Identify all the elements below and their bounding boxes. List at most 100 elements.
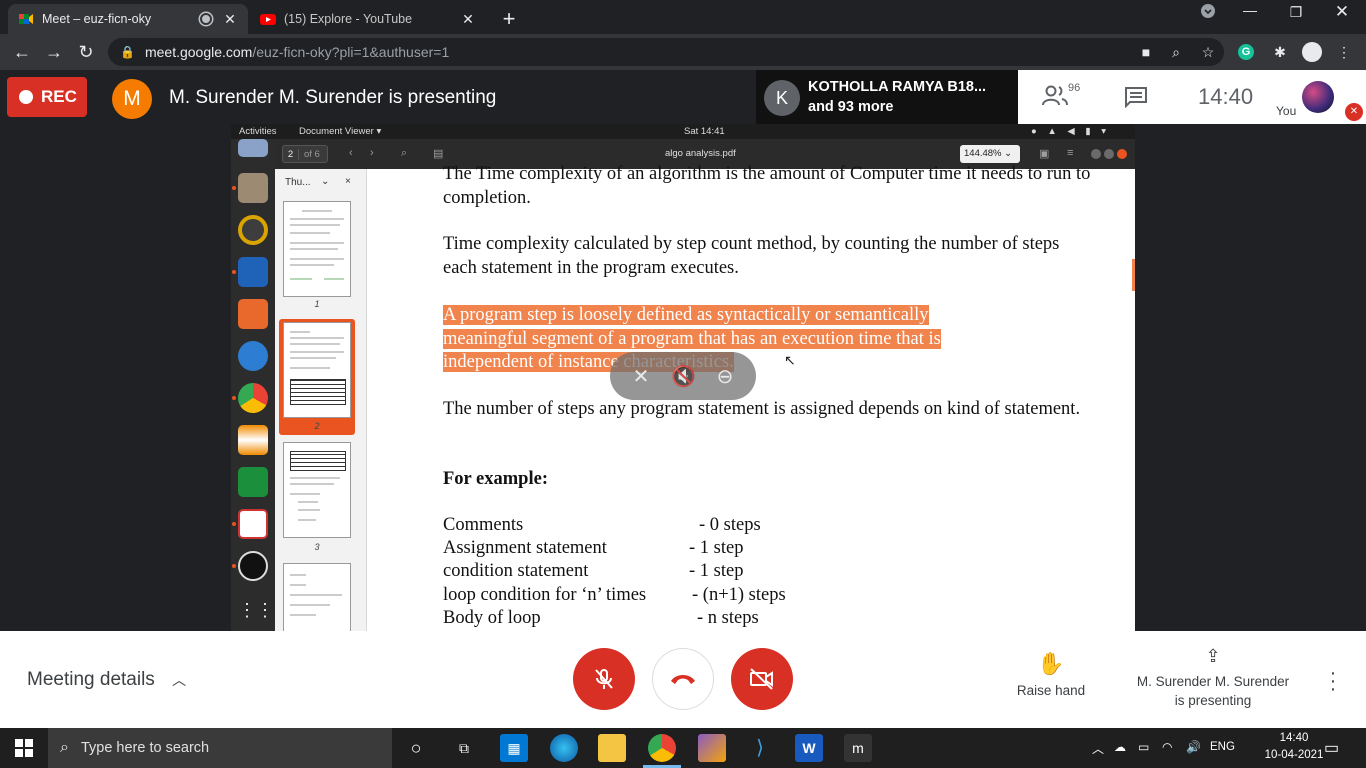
running-indicator <box>232 522 236 526</box>
document-viewer-icon <box>238 509 268 539</box>
camera-toggle-button[interactable] <box>731 648 793 710</box>
grammarly-extension-icon[interactable]: G <box>1238 44 1254 60</box>
people-icon[interactable] <box>1042 84 1070 106</box>
zoom-icon[interactable]: ⌕ <box>1166 42 1186 62</box>
tab-youtube[interactable]: (15) Explore - YouTube ✕ <box>250 4 486 34</box>
mic-muted-icon: ✕ <box>1345 103 1363 121</box>
taskbar-date[interactable]: 10-04-2021 <box>1262 749 1326 761</box>
presenting-line1: M. Surender M. Surender <box>1136 674 1290 689</box>
people-count-badge: 96 <box>1068 82 1081 94</box>
camera-in-use-icon[interactable]: ■ <box>1136 42 1156 62</box>
presentation-stage: Activities Document Viewer ▾ Sat 14:41 ●… <box>0 124 1366 631</box>
example-row: loop condition for ‘n’ times - (n+1) ste… <box>443 585 786 606</box>
chevron-down-icon: ⌄ <box>321 176 330 187</box>
notifications-icon[interactable]: ▭ <box>1324 738 1339 758</box>
search-placeholder: Type here to search <box>80 740 210 756</box>
prev-page-icon: ‹ <box>349 147 353 159</box>
task-view-icon[interactable]: ⧉ <box>450 734 478 762</box>
volume-icon[interactable]: 🔊 <box>1186 740 1201 754</box>
browser-toolbar: ← → ↻ 🔒 meet.google.com /euz-ficn-oky?pl… <box>0 34 1366 70</box>
close-tab-icon[interactable]: ✕ <box>460 11 476 28</box>
taskbar-time[interactable]: 14:40 <box>1262 732 1326 744</box>
back-button[interactable]: ← <box>10 40 34 64</box>
minimize-button[interactable]: — <box>1230 2 1270 18</box>
running-indicator <box>232 564 236 568</box>
dock-app-icon <box>238 139 268 157</box>
chrome-menu-icon[interactable]: ⋮ <box>1334 42 1354 62</box>
example-row: Assignment statement - 1 step <box>443 538 743 559</box>
search-icon: ⌕ <box>60 739 69 756</box>
row-label: loop condition for ‘n’ times <box>443 585 647 605</box>
participant-tile[interactable]: K KOTHOLLA RAMYA B18... and 93 more <box>756 70 1018 124</box>
participant-avatar: K <box>764 80 800 116</box>
file-explorer-icon[interactable] <box>598 734 626 762</box>
paragraph-step-count: Time complexity calculated by step count… <box>443 234 1060 278</box>
presenting-line2: is presenting <box>1174 693 1252 708</box>
presentation-status-button[interactable]: ⇪ M. Surender M. Surender is presenting <box>1128 647 1298 710</box>
tab-meet[interactable]: Meet – euz-ficn-oky ✕ <box>8 4 248 34</box>
bookmark-star-icon[interactable]: ☆ <box>1198 42 1218 62</box>
extensions-icon[interactable]: ✱ <box>1270 42 1290 62</box>
app-icon[interactable] <box>698 734 726 762</box>
browser-tab-strip: Meet – euz-ficn-oky ✕ (15) Explore - You… <box>0 0 1366 34</box>
wifi-icon[interactable]: ◠ <box>1162 740 1172 754</box>
presenter-avatar: M <box>112 79 152 119</box>
paragraph-time-complexity: The Time complexity of an algorithm is t… <box>443 164 1091 208</box>
chrome-taskbar-icon[interactable] <box>648 734 676 762</box>
show-hidden-icons[interactable]: ︿ <box>1092 740 1104 757</box>
youtube-icon <box>260 14 276 25</box>
onedrive-icon[interactable]: ☁ <box>1114 740 1126 754</box>
thumbnail-number: 1 <box>314 299 320 309</box>
presenting-title: M. Surender M. Surender is presenting <box>169 87 497 108</box>
row-label: Comments <box>443 515 524 535</box>
mic-off-icon <box>595 669 613 689</box>
raise-hand-button[interactable]: ✋ Raise hand <box>1014 651 1088 698</box>
recording-badge: REC <box>7 77 87 117</box>
taskbar-search-box[interactable]: ⌕ Type here to search <box>48 728 392 768</box>
app-menu-label: Document Viewer ▾ <box>299 126 382 137</box>
running-indicator <box>232 396 236 400</box>
edge-icon[interactable] <box>550 734 578 762</box>
microphone-toggle-button[interactable] <box>573 648 635 710</box>
files-icon <box>238 173 268 203</box>
more-options-icon[interactable]: · · · <box>1326 663 1340 699</box>
profile-avatar[interactable] <box>1302 42 1322 62</box>
moodle-icon[interactable]: m <box>844 734 872 762</box>
close-window-button[interactable]: ✕ <box>1322 2 1362 22</box>
address-bar[interactable]: 🔒 meet.google.com /euz-ficn-oky?pli=1&au… <box>108 38 1224 66</box>
meeting-details-button[interactable]: Meeting details ︿ <box>27 669 186 691</box>
input-language[interactable]: ENG <box>1210 741 1235 753</box>
windows-start-button[interactable] <box>0 728 48 768</box>
sidebar-mode-label: Thu... <box>285 177 311 188</box>
tab-search-icon[interactable] <box>1188 4 1228 21</box>
window-maximize-dot <box>1104 149 1114 159</box>
chat-icon[interactable] <box>1124 86 1148 108</box>
leave-call-button[interactable] <box>652 648 714 710</box>
reload-button[interactable]: ↻ <box>74 40 98 64</box>
page-thumbnail <box>283 201 351 297</box>
row-label: Assignment statement <box>443 538 607 558</box>
lock-icon: 🔒 <box>120 45 135 59</box>
battery-icon[interactable]: ▭ <box>1138 740 1149 754</box>
raise-hand-label: Raise hand <box>1016 683 1086 698</box>
close-tab-icon[interactable]: ✕ <box>222 11 238 28</box>
mouse-cursor-icon: ↖ <box>784 352 796 368</box>
new-tab-button[interactable]: + <box>498 6 520 32</box>
restore-button[interactable]: ❐ <box>1276 4 1316 21</box>
google-meet-icon <box>19 14 33 24</box>
self-label: You <box>1276 104 1297 118</box>
cortana-icon[interactable]: ○ <box>402 734 430 762</box>
forward-button[interactable]: → <box>42 40 66 64</box>
running-indicator <box>232 186 236 190</box>
view-mode-icon: ▣ <box>1039 148 1050 160</box>
vlc-icon <box>238 425 268 455</box>
rec-label: REC <box>41 87 77 106</box>
shared-screen: Activities Document Viewer ▾ Sat 14:41 ●… <box>231 124 1135 631</box>
vscode-icon[interactable]: ⟩ <box>746 734 774 762</box>
pdf-page: The Time complexity of an algorithm is t… <box>368 164 1135 631</box>
thumbnail-number: 3 <box>314 542 320 552</box>
self-avatar[interactable] <box>1302 81 1334 113</box>
word-icon[interactable]: W <box>795 734 823 762</box>
ubuntu-dock: ⋮⋮⋮ <box>231 139 292 631</box>
store-icon[interactable]: ▦ <box>500 734 528 762</box>
